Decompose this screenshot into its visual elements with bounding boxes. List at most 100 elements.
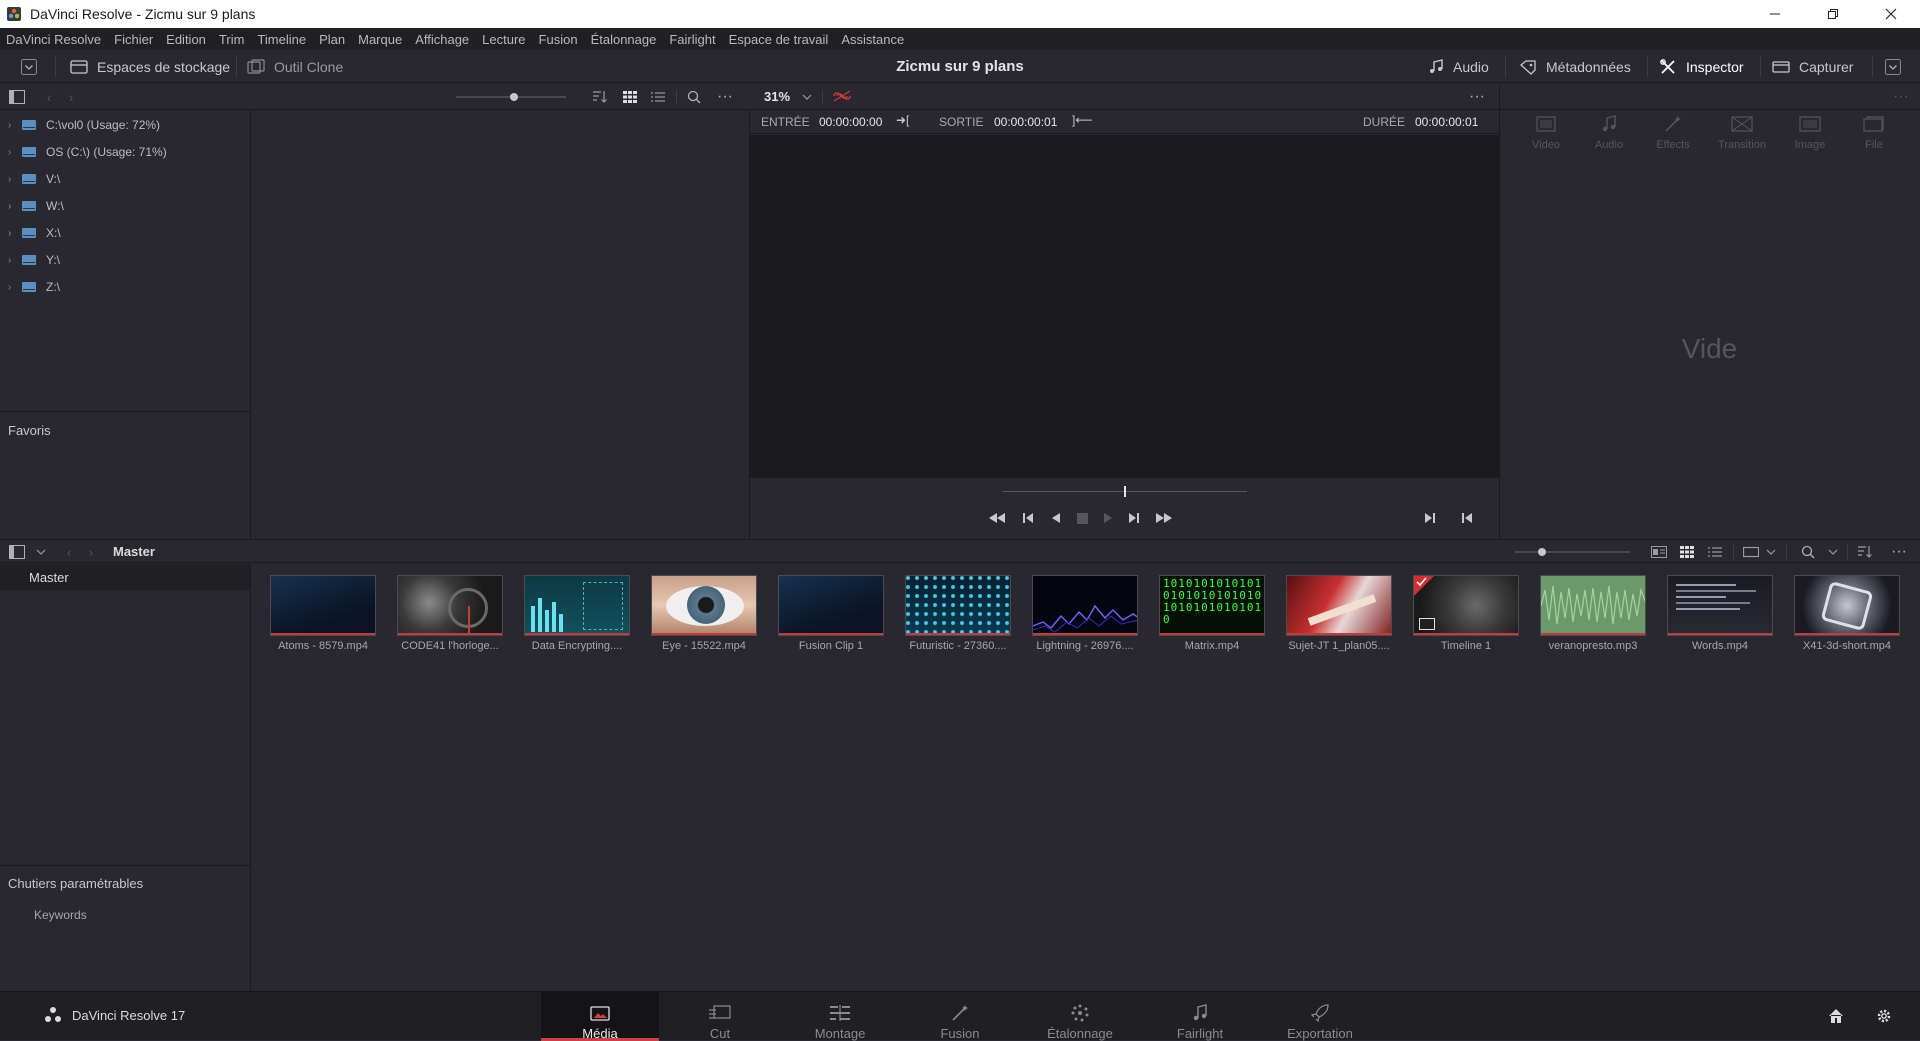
step-forward-button[interactable] — [1126, 511, 1142, 525]
menu-marque[interactable]: Marque — [358, 32, 402, 47]
slider-handle[interactable] — [1538, 548, 1546, 556]
bin-dropdown-button[interactable] — [34, 544, 48, 560]
menu-etalonnage[interactable]: Étalonnage — [591, 32, 657, 47]
slider-handle[interactable] — [510, 93, 518, 101]
settings-button[interactable] — [1874, 1007, 1894, 1025]
restore-button[interactable] — [1804, 0, 1862, 28]
inspector-tab-image[interactable]: Image — [1779, 113, 1841, 151]
inspector-more-button[interactable]: ··· — [1890, 88, 1912, 105]
menu-timeline[interactable]: Timeline — [257, 32, 306, 47]
more-options-button[interactable]: ··· — [714, 88, 736, 105]
clip-item[interactable]: Lightning - 26976.... — [1032, 575, 1140, 652]
menu-lecture[interactable]: Lecture — [482, 32, 525, 47]
clip-item[interactable]: Futuristic - 27360.... — [905, 575, 1013, 652]
inspector-tab-file[interactable]: File — [1843, 113, 1905, 151]
go-to-end-button[interactable] — [1422, 511, 1438, 525]
clip-item[interactable]: Eye - 15522.mp4 — [651, 575, 759, 652]
search-button[interactable] — [685, 89, 703, 105]
pool-grid-view-button[interactable] — [1678, 544, 1696, 560]
stop-button[interactable] — [1074, 511, 1090, 525]
step-back-button[interactable] — [1020, 511, 1036, 525]
menu-fichier[interactable]: Fichier — [114, 32, 153, 47]
play-button[interactable] — [1100, 511, 1116, 525]
list-view-button[interactable] — [649, 89, 667, 105]
clone-tool-button[interactable]: Outil Clone — [247, 50, 343, 83]
pool-forward-button[interactable]: › — [84, 544, 98, 560]
in-timecode[interactable]: 00:00:00:00 — [819, 115, 882, 129]
fast-forward-button[interactable] — [1154, 511, 1174, 525]
drive-item[interactable]: › Z:\ — [0, 276, 60, 298]
drive-item[interactable]: › V:\ — [0, 168, 60, 190]
menu-plan[interactable]: Plan — [319, 32, 345, 47]
minimize-button[interactable] — [1746, 0, 1804, 28]
inspector-tab-transition[interactable]: Transition — [1711, 113, 1773, 151]
go-to-start-button[interactable] — [1459, 511, 1475, 525]
tab-cut[interactable]: Cut — [661, 992, 779, 1041]
menu-assistance[interactable]: Assistance — [841, 32, 904, 47]
zoom-dropdown-button[interactable] — [800, 89, 814, 105]
search-dropdown-button[interactable] — [1826, 544, 1840, 560]
zoom-level[interactable]: 31% — [764, 89, 790, 104]
clip-item[interactable]: 1010101010101010101010101010101010101010… — [1159, 575, 1267, 652]
menu-espace-de-travail[interactable]: Espace de travail — [729, 32, 829, 47]
forward-nav-button[interactable]: › — [64, 89, 78, 105]
menu-davinci-resolve[interactable]: DaVinci Resolve — [6, 32, 101, 47]
viewer-more-button[interactable]: ··· — [1466, 88, 1488, 105]
video-preview[interactable] — [750, 135, 1499, 478]
rewind-button[interactable] — [987, 511, 1007, 525]
inspector-button[interactable]: Inspector — [1659, 50, 1744, 83]
metadata-view-button[interactable] — [1650, 544, 1668, 560]
clip-item[interactable]: Fusion Clip 1 — [778, 575, 886, 652]
bin-item-master[interactable]: Master — [0, 564, 250, 590]
sort-button[interactable] — [591, 89, 609, 105]
clip-item[interactable]: Data Encrypting.... — [524, 575, 632, 652]
metadata-button[interactable]: Métadonnées — [1519, 50, 1631, 83]
menu-affichage[interactable]: Affichage — [415, 32, 469, 47]
loop-button[interactable] — [830, 88, 854, 104]
drive-item[interactable]: › W:\ — [0, 195, 64, 217]
playhead[interactable] — [1124, 486, 1126, 497]
drive-item[interactable]: › X:\ — [0, 222, 61, 244]
drive-item[interactable]: › Y:\ — [0, 249, 60, 271]
clip-view-button[interactable] — [1742, 544, 1760, 560]
out-timecode[interactable]: 00:00:00:01 — [994, 115, 1057, 129]
pool-back-button[interactable]: ‹ — [62, 544, 76, 560]
sidebar-toggle-button[interactable] — [8, 89, 26, 105]
mark-out-icon[interactable]: ]⟵ — [1072, 113, 1093, 127]
drive-item[interactable]: › OS (C:\) (Usage: 71%) — [0, 141, 167, 163]
clip-item[interactable]: Atoms - 8579.mp4 — [270, 575, 378, 652]
tab-exportation[interactable]: Exportation — [1261, 992, 1379, 1041]
back-nav-button[interactable]: ‹ — [42, 89, 56, 105]
pool-sort-button[interactable] — [1856, 544, 1874, 560]
menu-trim[interactable]: Trim — [219, 32, 245, 47]
toolbar-right-collapse-button[interactable] — [1884, 50, 1911, 83]
tab-media[interactable]: Média — [541, 992, 659, 1041]
menu-fairlight[interactable]: Fairlight — [669, 32, 715, 47]
close-button[interactable] — [1862, 0, 1920, 28]
bin-list-toggle-button[interactable] — [8, 544, 26, 560]
pool-list-view-button[interactable] — [1706, 544, 1724, 560]
clip-item[interactable]: Words.mp4 — [1667, 575, 1775, 652]
pool-more-button[interactable]: ··· — [1888, 543, 1910, 560]
smart-bin-keywords[interactable]: Keywords — [34, 908, 87, 922]
pool-thumb-slider[interactable] — [1515, 551, 1630, 553]
tab-fusion[interactable]: Fusion — [901, 992, 1019, 1041]
clip-item[interactable]: Sujet-JT 1_plan05.... — [1286, 575, 1394, 652]
tab-montage[interactable]: Montage — [781, 992, 899, 1041]
mark-in-icon[interactable]: ➜[ — [896, 113, 909, 127]
home-button[interactable] — [1826, 1007, 1846, 1025]
inspector-tab-effects[interactable]: Effects — [1642, 113, 1704, 151]
inspector-tab-audio[interactable]: Audio — [1578, 113, 1640, 151]
clip-item[interactable]: CODE41 l'horloge... — [397, 575, 505, 652]
capture-button[interactable]: Capturer — [1772, 50, 1853, 83]
storage-button[interactable]: Espaces de stockage — [70, 50, 230, 83]
grid-view-button[interactable] — [621, 89, 639, 105]
tab-etalonnage[interactable]: Étalonnage — [1021, 992, 1139, 1041]
inspector-tab-video[interactable]: Video — [1515, 113, 1577, 151]
pool-search-button[interactable] — [1799, 544, 1817, 560]
drive-item[interactable]: › C:\vol0 (Usage: 72%) — [0, 114, 160, 136]
play-reverse-button[interactable] — [1048, 511, 1064, 525]
clip-item[interactable]: veranopresto.mp3 — [1540, 575, 1648, 652]
menu-edition[interactable]: Edition — [166, 32, 206, 47]
menu-fusion[interactable]: Fusion — [539, 32, 578, 47]
